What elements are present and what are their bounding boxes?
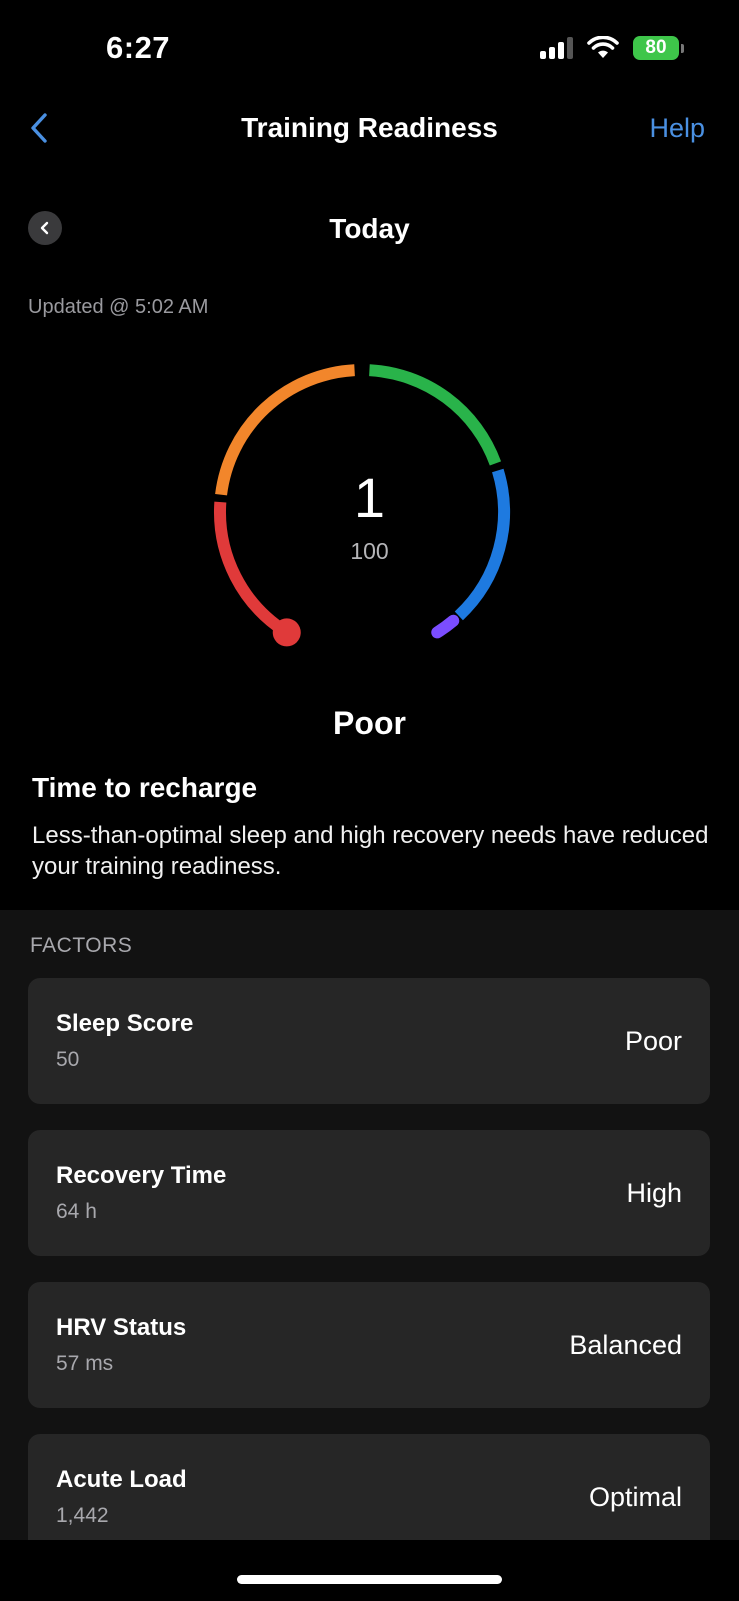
factor-name: Acute Load: [56, 1466, 187, 1493]
cellular-signal-icon: [540, 37, 573, 59]
gauge-segment-prime: [431, 614, 460, 639]
factor-card-sleep-score[interactable]: Sleep Score 50 Poor: [28, 978, 710, 1104]
factor-name: Sleep Score: [56, 1010, 194, 1037]
factor-name: Recovery Time: [56, 1162, 227, 1189]
factor-value: 1,442: [56, 1504, 109, 1527]
factor-status: Balanced: [569, 1330, 682, 1360]
battery-icon: 80: [633, 36, 684, 60]
factor-card-recovery-time[interactable]: Recovery Time 64 h High: [28, 1130, 710, 1256]
help-button[interactable]: Help: [649, 113, 705, 144]
factor-value: 50: [56, 1048, 80, 1071]
status-icons: 80: [540, 36, 684, 60]
factor-status: Optimal: [588, 1482, 682, 1512]
readiness-gauge: 1 100: [0, 340, 739, 680]
factor-status: High: [626, 1178, 682, 1208]
bottom-safe-area: [0, 1540, 739, 1601]
factors-title: FACTORS: [30, 934, 133, 957]
factor-name: HRV Status: [56, 1314, 187, 1341]
status-bar: 6:27 80: [0, 0, 739, 90]
factors-section: FACTORS Sleep Score 50 Poor Recovery Tim…: [0, 910, 739, 1560]
page-title: Training Readiness: [241, 112, 498, 143]
date-navigator: Today: [0, 205, 739, 255]
readiness-max: 100: [350, 538, 389, 564]
date-label: Today: [329, 213, 410, 244]
status-time: 6:27: [106, 30, 171, 65]
battery-level: 80: [645, 37, 667, 58]
factor-status: Poor: [624, 1026, 682, 1056]
message-title: Time to recharge: [32, 772, 258, 803]
factor-value: 57 ms: [56, 1352, 114, 1375]
updated-timestamp: Updated @ 5:02 AM: [28, 296, 209, 318]
gauge-marker: [272, 618, 301, 647]
gauge-segment-moderate: [369, 364, 502, 466]
factor-value: 64 h: [56, 1200, 97, 1223]
nav-bar: Training Readiness Help: [0, 100, 739, 160]
readiness-level: Poor: [333, 705, 406, 741]
factor-card-hrv-status[interactable]: HRV Status 57 ms Balanced: [28, 1282, 710, 1408]
message-body: Less-than-optimal sleep and high recover…: [32, 822, 709, 880]
home-indicator[interactable]: [237, 1575, 502, 1584]
readiness-score: 1: [353, 466, 386, 529]
wifi-icon: [587, 36, 619, 58]
